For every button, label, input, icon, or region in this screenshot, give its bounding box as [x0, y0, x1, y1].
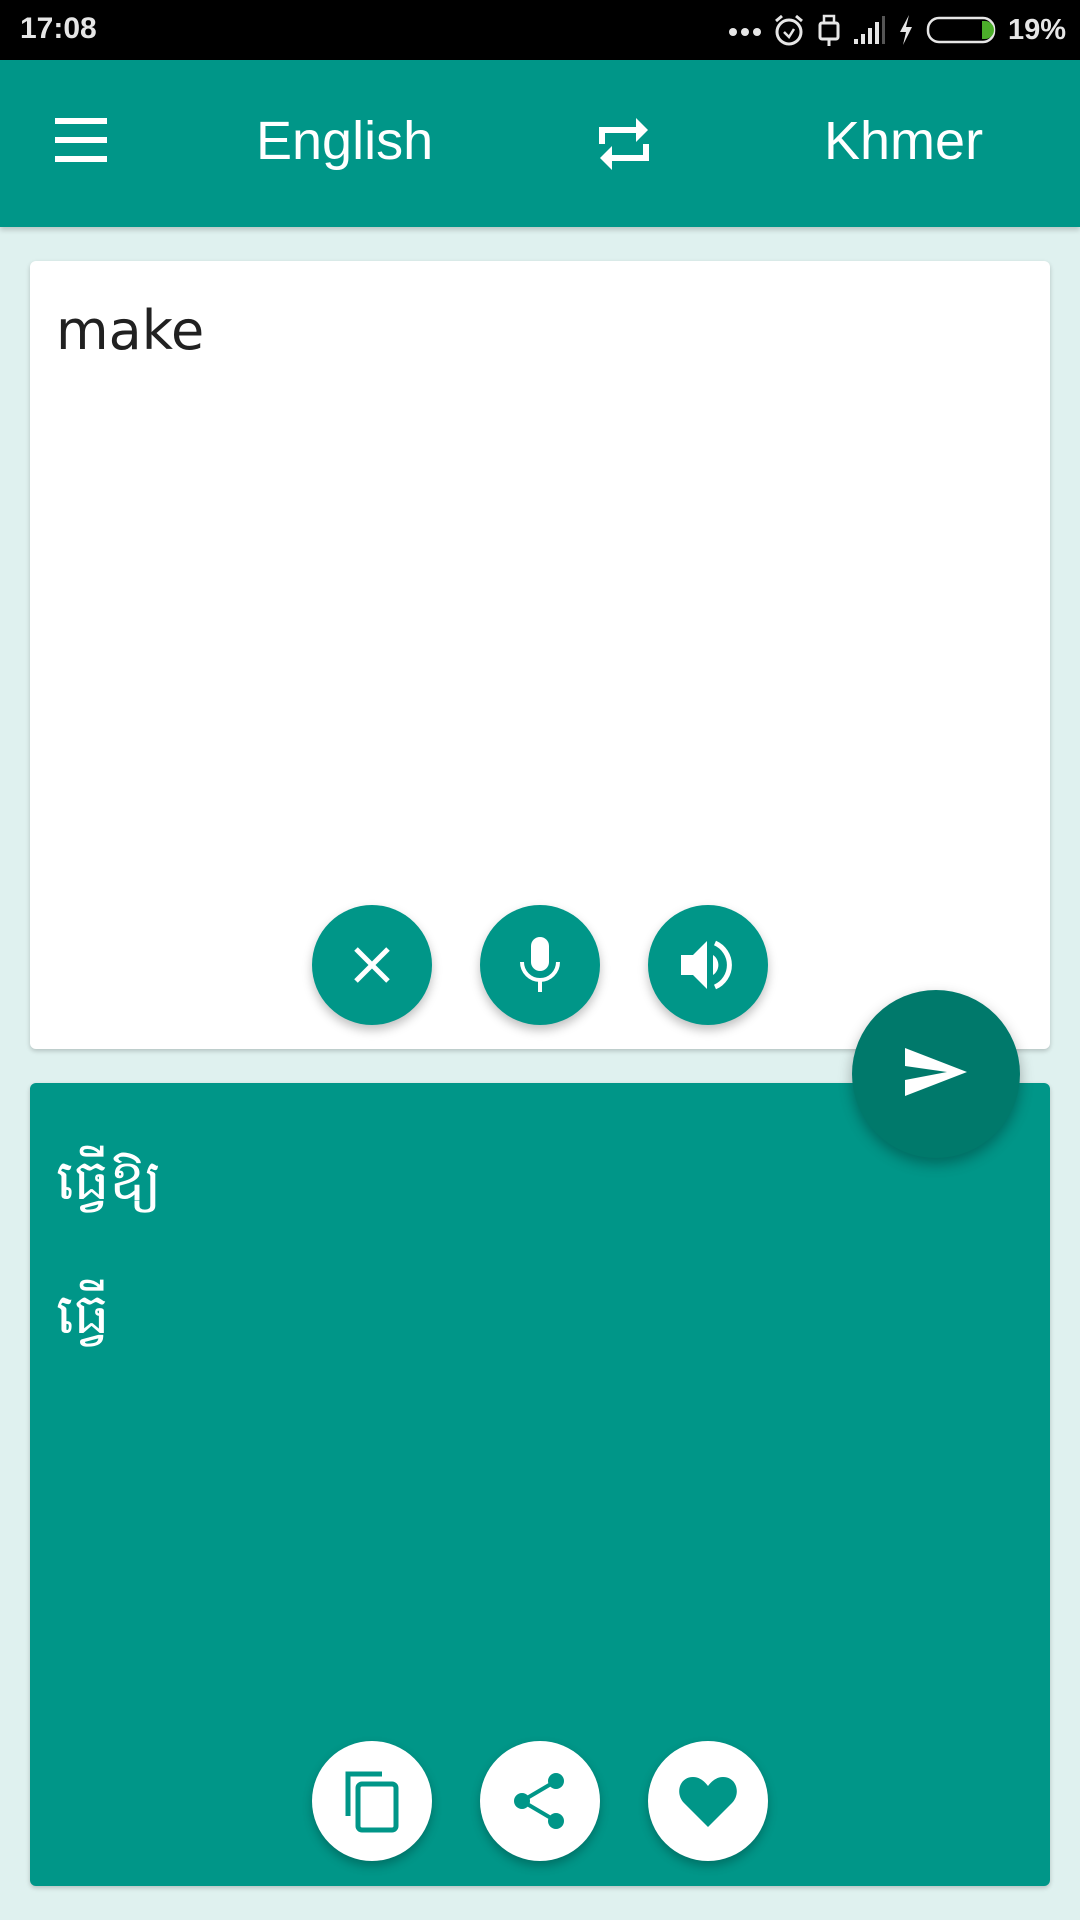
source-language-selector[interactable]: English: [256, 110, 433, 172]
input-card: make: [30, 261, 1050, 1049]
more-dots-icon: [728, 28, 761, 36]
speak-button[interactable]: [648, 905, 768, 1025]
menu-button[interactable]: [50, 118, 110, 168]
battery-icon: [926, 16, 996, 44]
clear-button[interactable]: [312, 905, 432, 1025]
hamburger-menu-icon: [55, 118, 107, 124]
translate-button[interactable]: [852, 990, 1020, 1158]
translation-line[interactable]: ធ្វើឱ្យ: [56, 1145, 162, 1227]
swap-languages-button[interactable]: [592, 112, 656, 176]
share-button[interactable]: [480, 1741, 600, 1861]
usb-icon: [818, 14, 840, 46]
status-time: 17:08: [20, 12, 97, 45]
swap-languages-icon: [599, 118, 649, 170]
copy-icon: [345, 1771, 399, 1833]
charging-icon: [899, 15, 912, 45]
signal-icon: [853, 16, 885, 44]
share-icon: [514, 1773, 564, 1829]
status-icons: 19%: [728, 10, 1066, 50]
speaker-icon: [681, 940, 732, 990]
send-icon: [905, 1048, 967, 1096]
output-card: ធ្វើឱ្យ ធ្វើ: [30, 1083, 1050, 1886]
voice-input-button[interactable]: [480, 905, 600, 1025]
target-language-selector[interactable]: Khmer: [824, 110, 983, 172]
app-bar: English Khmer: [0, 60, 1080, 227]
microphone-icon: [520, 937, 560, 992]
heart-icon: [679, 1777, 737, 1827]
alarm-icon: [774, 14, 803, 46]
source-text-input[interactable]: make: [56, 299, 204, 362]
close-icon: [354, 947, 390, 983]
copy-button[interactable]: [312, 1741, 432, 1861]
favorite-button[interactable]: [648, 1741, 768, 1861]
battery-percent: 19%: [1007, 13, 1066, 46]
status-bar: 17:08 19%: [0, 0, 1080, 60]
translation-line[interactable]: ធ្វើ: [56, 1279, 109, 1361]
